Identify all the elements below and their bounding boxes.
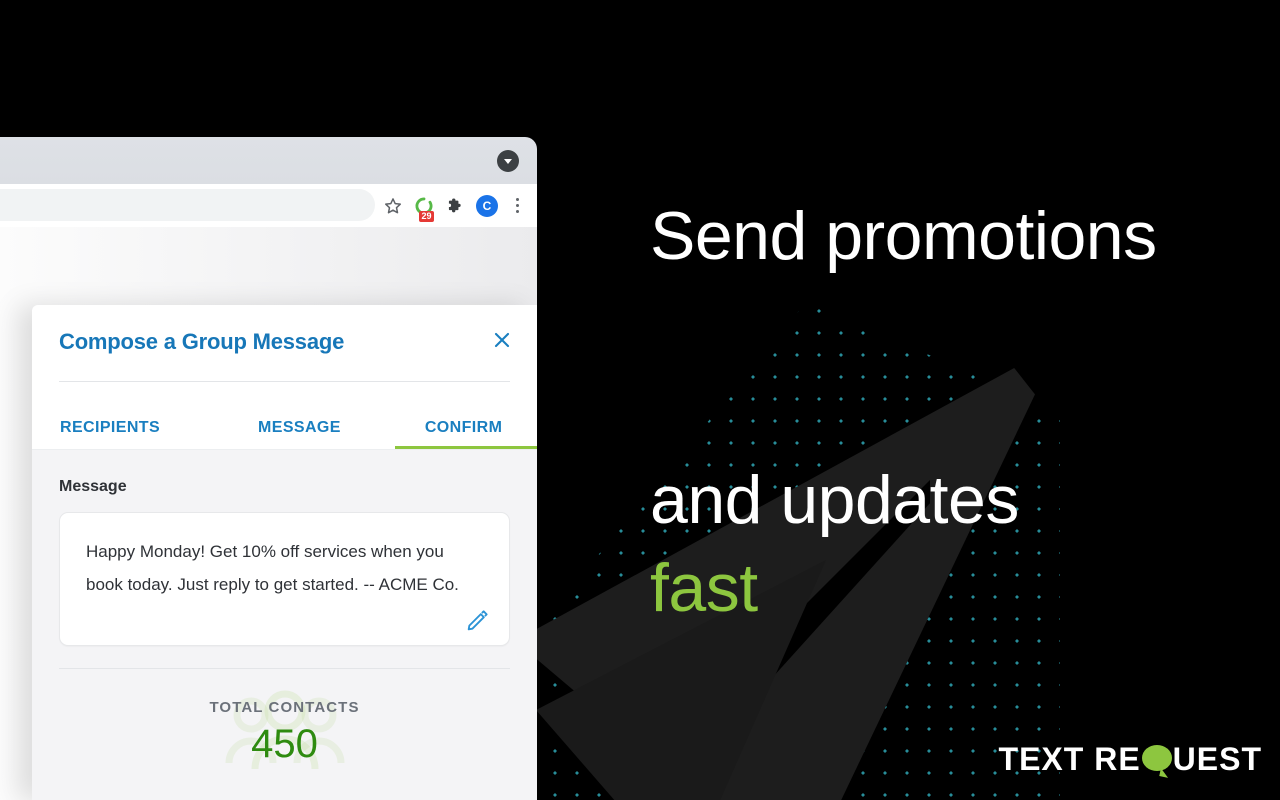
puzzle-piece-icon[interactable] bbox=[445, 196, 465, 216]
logo-text-part-2: UEST bbox=[1172, 741, 1262, 777]
address-bar-input[interactable] bbox=[0, 189, 375, 221]
headline-line-2: and updates bbox=[650, 462, 1019, 538]
kebab-menu-icon[interactable] bbox=[509, 198, 525, 213]
text-request-logo: TEXT RE UEST bbox=[999, 741, 1262, 778]
total-contacts-label: TOTAL CONTACTS bbox=[209, 699, 360, 716]
tab-recipients[interactable]: RECIPIENTS bbox=[54, 419, 166, 449]
logo-speech-bubble-q-icon bbox=[1141, 744, 1172, 778]
extension-badge-count: 29 bbox=[419, 210, 434, 222]
logo-text-part-1: TEXT RE bbox=[998, 741, 1141, 777]
browser-tab-strip bbox=[0, 137, 537, 184]
chevron-down-circle-icon[interactable] bbox=[497, 150, 519, 172]
bookmark-star-icon[interactable] bbox=[383, 196, 403, 216]
modal-tab-bar: RECIPIENTS MESSAGE CONFIRM bbox=[32, 382, 537, 450]
modal-header: Compose a Group Message bbox=[32, 305, 537, 377]
total-contacts-value: 450 bbox=[251, 722, 318, 766]
screenshot-stage: Send promotions and updates fast TEXT RE… bbox=[0, 0, 1280, 800]
tab-confirm[interactable]: CONFIRM bbox=[394, 419, 537, 449]
compose-group-message-modal: Compose a Group Message RECIPIENTS MESSA… bbox=[32, 305, 537, 800]
browser-window: 29 C Compose a Group Message RECIPIENTS … bbox=[0, 137, 537, 800]
profile-avatar-icon[interactable]: C bbox=[476, 194, 498, 217]
browser-page-content: Compose a Group Message RECIPIENTS MESSA… bbox=[0, 227, 537, 800]
total-contacts-block: TOTAL CONTACTS 450 bbox=[59, 690, 510, 787]
message-preview-text: Happy Monday! Get 10% off services when … bbox=[86, 542, 459, 594]
message-preview-card: Happy Monday! Get 10% off services when … bbox=[59, 512, 510, 646]
modal-body: Message Happy Monday! Get 10% off servic… bbox=[32, 450, 537, 800]
browser-toolbar-icons: 29 C bbox=[383, 184, 525, 227]
headline-accent-word: fast bbox=[650, 550, 758, 626]
close-icon[interactable] bbox=[489, 327, 515, 353]
modal-title: Compose a Group Message bbox=[59, 329, 345, 354]
extension-progress-icon[interactable]: 29 bbox=[414, 196, 434, 222]
message-section-divider bbox=[59, 668, 510, 669]
tab-message[interactable]: MESSAGE bbox=[252, 419, 347, 449]
headline-line-1: Send promotions bbox=[650, 198, 1157, 274]
marketing-headline: Send promotions and updates fast bbox=[650, 104, 1250, 720]
pencil-edit-icon[interactable] bbox=[465, 607, 491, 633]
message-section-label: Message bbox=[59, 478, 127, 495]
